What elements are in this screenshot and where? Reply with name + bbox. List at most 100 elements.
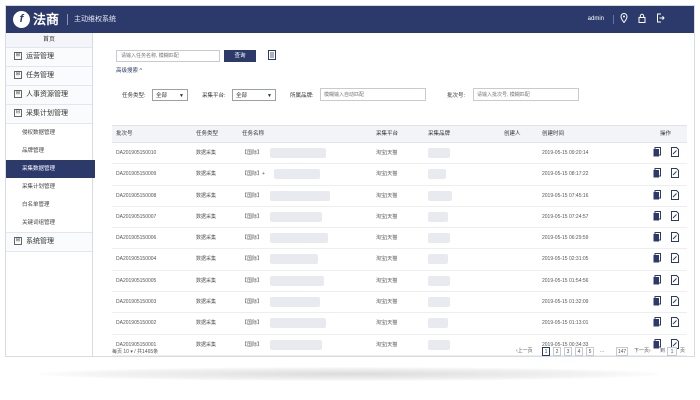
cell-time: 2019-05-15 01:32:09: [542, 299, 589, 306]
view-icon[interactable]: [652, 253, 661, 265]
cell-batch: DA201905150008: [116, 192, 157, 199]
task-type-select[interactable]: 全部 ▼: [152, 89, 188, 101]
sidebar-item-hr[interactable]: ⊞ 人事资源管理: [6, 86, 92, 105]
search-input[interactable]: [116, 50, 220, 62]
sidebar-item-collection-plan[interactable]: ⊟ 采集计划管理: [6, 105, 92, 124]
cell-time: 2019-05-15 01:13:01: [542, 320, 589, 327]
top-divider: [613, 15, 614, 24]
collapse-icon: ⊟: [14, 109, 22, 118]
page-button[interactable]: 2: [553, 347, 561, 356]
platform-select[interactable]: 全部 ▼: [232, 89, 276, 101]
cell-type: 数据采集: [196, 299, 217, 306]
brand-input[interactable]: 模糊输入自动匹配: [320, 88, 426, 101]
column-header: 操作: [660, 131, 672, 137]
sidebar-item-home[interactable]: 首页: [6, 33, 92, 48]
sidebar-item-system[interactable]: ⊞ 系统管理: [6, 232, 92, 252]
redacted-block: [270, 211, 322, 222]
prev-page-button[interactable]: ‹上一页: [516, 347, 533, 356]
sidebar-subitem-brand[interactable]: 品牌管理: [6, 142, 92, 160]
pagination: 每页 10 ▾ / 共1465条 ‹上一页 1 2 3 4 5 ... 147 …: [112, 346, 687, 356]
redacted-block: [428, 275, 450, 286]
lock-icon[interactable]: [636, 13, 648, 25]
platform-value: 全部: [236, 93, 248, 99]
cell-time: 2019-05-15 07:24:57: [542, 213, 589, 220]
logout-icon[interactable]: [654, 13, 666, 25]
goto-suffix: 页: [680, 348, 686, 354]
cell-type: 数据采集: [196, 150, 217, 156]
table-row[interactable]: DA201905150003 数据采集 【国际】 淘宝|天猫 2019-05-1…: [112, 292, 687, 314]
cell-name: 【国际】: [242, 320, 263, 327]
view-icon[interactable]: [652, 296, 661, 308]
cell-batch: DA201905150004: [116, 256, 157, 263]
sidebar-subitem-collected-data[interactable]: 采集数据管理: [6, 160, 95, 178]
view-icon[interactable]: [652, 232, 661, 244]
column-header: 采集平台: [376, 131, 399, 137]
view-icon[interactable]: [652, 274, 661, 287]
cell-type: 数据采集: [196, 192, 217, 199]
page-size-selector[interactable]: 每页 10 ▾ / 共1465条: [112, 348, 158, 356]
column-header: 创建人: [504, 131, 521, 137]
cell-platform: 淘宝|天猫: [376, 235, 398, 242]
cell-time: 2019-05-15 02:31:05: [542, 256, 589, 263]
expand-icon: ⊞: [14, 90, 22, 99]
logo-text: 法商: [33, 12, 60, 27]
redacted-block: [428, 169, 446, 180]
table-row[interactable]: DA201905150009 数据采集 【国际】+ 淘宝|天猫 2019-05-…: [112, 164, 687, 186]
cell-name: 【国际】: [242, 213, 263, 220]
export-icon[interactable]: [267, 50, 277, 62]
cell-name: 【国际】+: [242, 171, 265, 178]
table-row[interactable]: DA201905150007 数据采集 【国际】 淘宝|天猫 2019-05-1…: [112, 206, 687, 229]
sidebar-item-operations[interactable]: ⊞ 运营管理: [6, 48, 92, 67]
table-row[interactable]: DA201905150010 数据采集 【国际】 淘宝|天猫 2019-05-1…: [112, 143, 687, 165]
platform-label: 采集平台:: [202, 93, 226, 99]
next-page-button[interactable]: 下一页›: [634, 347, 651, 356]
view-icon[interactable]: [652, 147, 661, 159]
table-row[interactable]: DA201905150002 数据采集 【国际】 淘宝|天猫 2019-05-1…: [112, 313, 687, 335]
page-button[interactable]: 3: [564, 347, 572, 356]
edit-icon[interactable]: [670, 317, 679, 329]
sidebar-subitem-plan[interactable]: 采集计划管理: [6, 178, 92, 196]
edit-icon[interactable]: [670, 210, 679, 223]
page-button[interactable]: 5: [586, 347, 594, 356]
page-button[interactable]: 4: [575, 347, 583, 356]
view-icon[interactable]: [652, 317, 661, 329]
goto-page-input[interactable]: 1: [667, 347, 677, 356]
column-header: 采集品牌: [428, 131, 451, 137]
view-icon[interactable]: [652, 189, 661, 202]
page-button[interactable]: 147: [616, 347, 628, 356]
view-icon[interactable]: [652, 210, 661, 223]
cell-batch: DA201905150002: [116, 320, 157, 327]
sidebar-subitem-infringement[interactable]: 侵权数据管理: [6, 124, 92, 142]
query-button[interactable]: 查询: [224, 50, 256, 62]
sidebar-subitem-keywords[interactable]: 关键词组管理: [6, 214, 92, 232]
app-window: f 法商 主动维权系统 admin 首页 ⊞ 运营管理 ⊞ 任务管理 ⊞ 人事资源管理…: [5, 5, 695, 357]
batch-input[interactable]: 请输入批次号, 模糊匹配: [473, 88, 579, 101]
edit-icon[interactable]: [670, 147, 679, 159]
edit-icon[interactable]: [670, 168, 679, 180]
sidebar-subitem-whitelist[interactable]: 白名单管理: [6, 196, 92, 214]
task-type-value: 全部: [156, 93, 168, 99]
advanced-search-toggle[interactable]: 高级搜索 ^: [116, 67, 142, 75]
top-bar: f 法商 主动维权系统 admin: [6, 6, 694, 33]
edit-icon[interactable]: [670, 189, 679, 202]
sidebar-item-label: 运营管理: [26, 53, 54, 60]
goto-prefix: 到: [660, 348, 666, 354]
table-row[interactable]: DA201905150005 数据采集 【国际】 淘宝|天猫 2019-05-1…: [112, 270, 687, 293]
edit-icon[interactable]: [670, 253, 679, 265]
cell-platform: 淘宝|天猫: [376, 150, 398, 156]
table-row[interactable]: DA201905150006 数据采集 【国际】 淘宝|天猫 2019-05-1…: [112, 228, 687, 250]
table-row[interactable]: DA201905150008 数据采集 【国际】 淘宝|天猫 2019-05-1…: [112, 185, 687, 207]
sidebar-item-label: 系统管理: [26, 238, 54, 245]
table-body: DA201905150010 数据采集 【国际】 淘宝|天猫 2019-05-1…: [112, 143, 687, 356]
view-icon[interactable]: [652, 168, 661, 180]
page-button[interactable]: 1: [542, 347, 550, 356]
location-icon[interactable]: [618, 12, 630, 25]
table-row[interactable]: DA201905150004 数据采集 【国际】 淘宝|天猫 2019-05-1…: [112, 249, 687, 271]
edit-icon[interactable]: [670, 296, 679, 308]
sidebar-item-tasks[interactable]: ⊞ 任务管理: [6, 67, 92, 86]
data-table: 批次号 任务类型 任务名称 采集平台 采集品牌 创建人 创建时间 操作 DA20…: [112, 125, 687, 356]
user-name[interactable]: admin: [588, 15, 604, 24]
task-type-label: 任务类型:: [122, 93, 146, 99]
edit-icon[interactable]: [670, 232, 679, 244]
edit-icon[interactable]: [670, 274, 679, 287]
